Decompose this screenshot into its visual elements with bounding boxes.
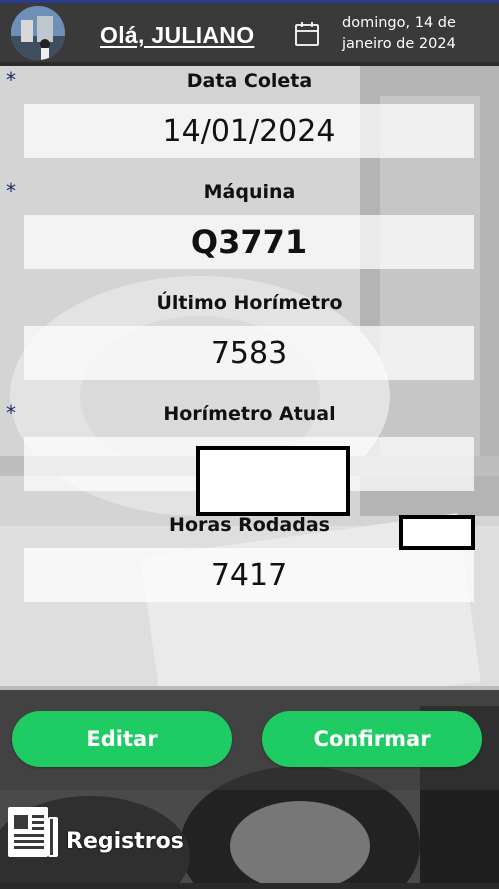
calendar-icon[interactable] [294,21,320,47]
horimetro-atual-input[interactable] [196,446,350,516]
label-horimetro-atual: Horímetro Atual [163,403,336,425]
document-icon [8,807,58,857]
confirm-button[interactable]: Confirmar [262,711,482,767]
indicator-box [399,515,475,550]
current-date: domingo, 14 de janeiro de 2024 [342,13,492,55]
label-maquina: Máquina [203,181,296,203]
data-coleta-field[interactable]: 14/01/2024 [24,104,474,158]
bottom-divider [0,883,499,889]
horas-rodadas-field: 7417 [24,548,474,602]
greeting-title: Olá, JULIANO [100,22,255,48]
edit-button[interactable]: Editar [12,711,232,767]
date-line-2: janeiro de 2024 [342,36,456,52]
ultimo-horimetro-field: 7583 [24,326,474,380]
app-header: Olá, JULIANO domingo, 14 de janeiro de 2… [0,0,499,62]
user-avatar[interactable] [11,6,65,60]
registros-link[interactable]: Registros [6,804,184,860]
date-line-1: domingo, 14 de [342,15,456,31]
label-ultimo-horimetro: Último Horímetro [156,292,343,314]
registros-label: Registros [66,828,184,854]
maquina-field[interactable]: Q3771 [24,215,474,269]
header-divider [0,62,499,66]
label-data-coleta: Data Coleta [186,70,313,92]
